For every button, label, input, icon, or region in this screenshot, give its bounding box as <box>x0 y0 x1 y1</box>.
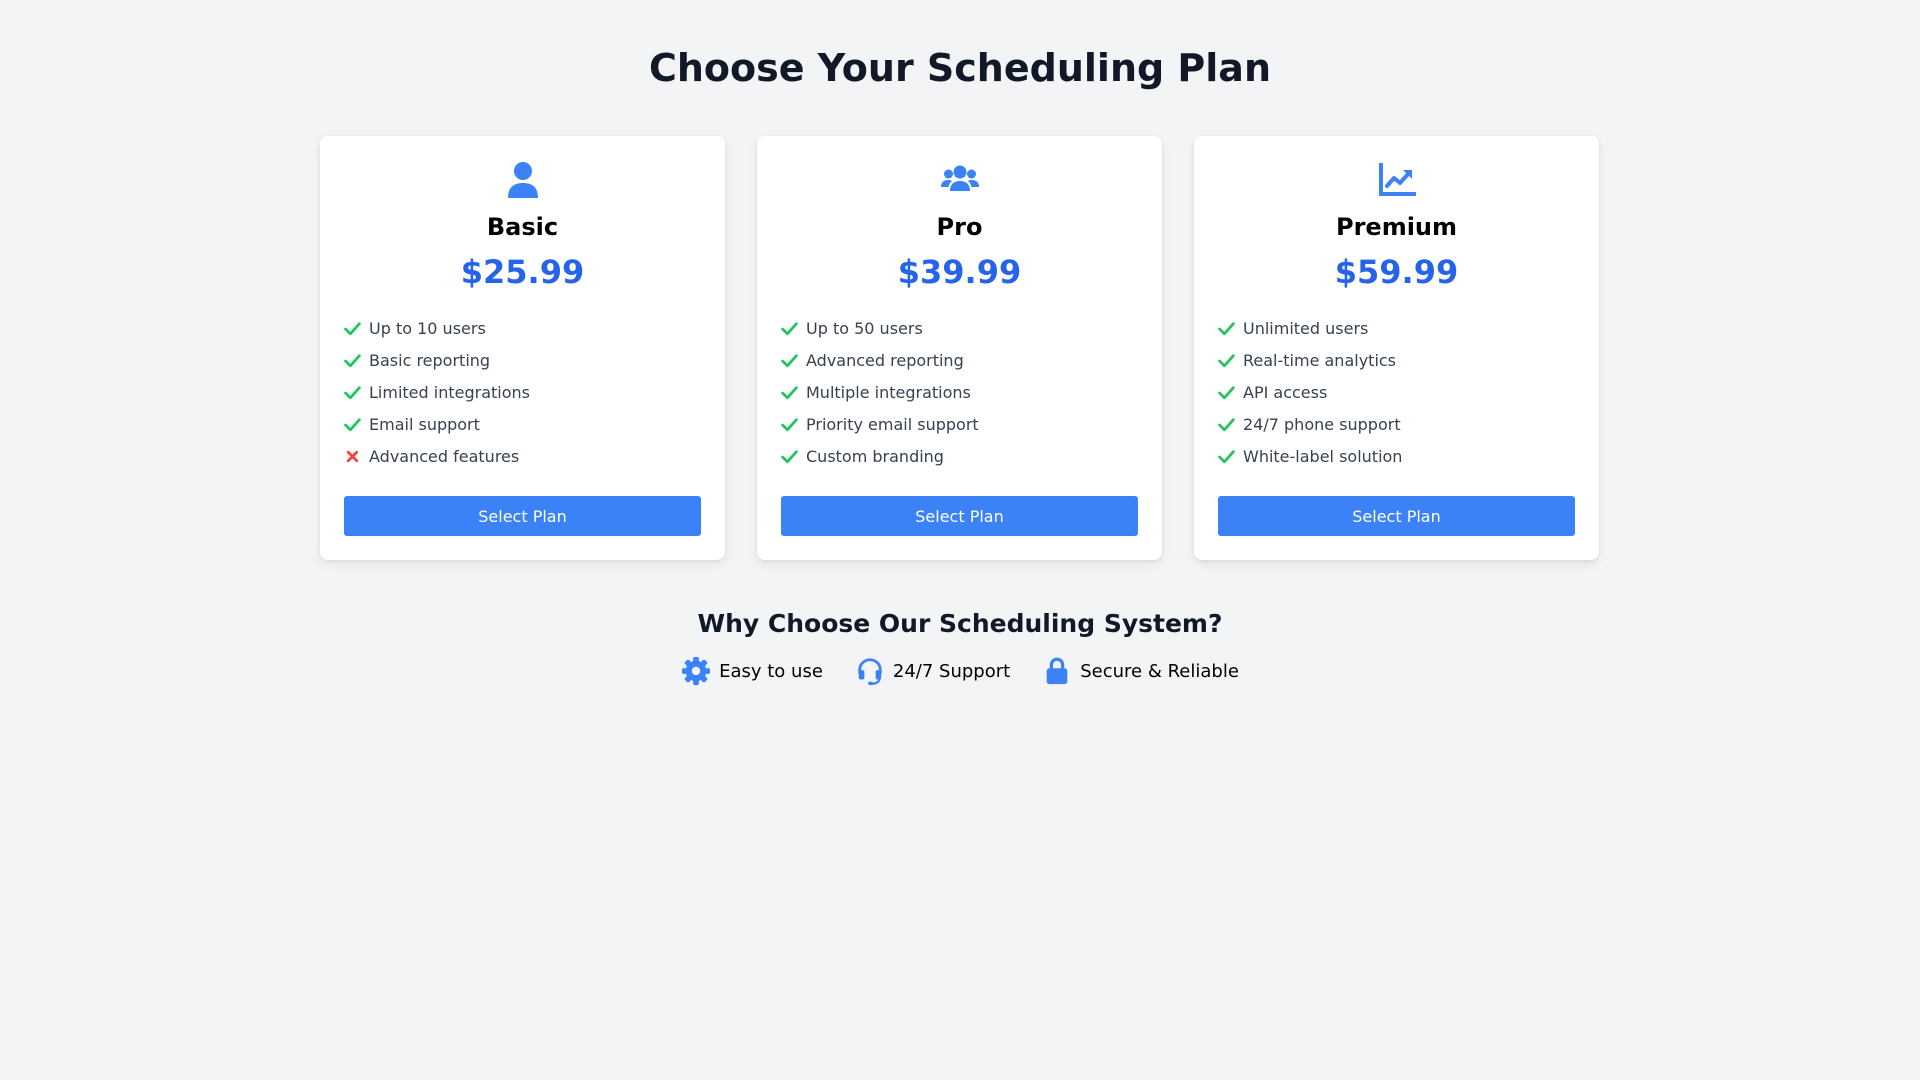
feature-item: Multiple integrations <box>781 376 1138 408</box>
check-icon <box>344 417 361 431</box>
check-icon <box>781 385 798 399</box>
check-icon <box>1218 449 1235 463</box>
plan-name: Basic <box>486 213 559 241</box>
select-plan-button-premium[interactable]: Select Plan <box>1218 496 1575 536</box>
check-icon <box>781 321 798 335</box>
page-title: Choose Your Scheduling Plan <box>648 46 1271 90</box>
feature-text: Advanced reporting <box>806 350 964 370</box>
feature-text: Limited integrations <box>369 382 530 402</box>
plan-name: Premium <box>1335 213 1458 241</box>
feature-text: Custom branding <box>806 446 944 466</box>
plan-price: $59.99 <box>1334 253 1459 291</box>
headset-icon <box>858 658 882 686</box>
feature-item: Email support <box>344 408 701 440</box>
feature-item: Basic reporting <box>344 344 701 376</box>
plan-name: Pro <box>936 213 983 241</box>
chart-line-icon <box>1378 163 1416 196</box>
plan-card-basic: Basic $25.99 Up to 10 users Basic report… <box>320 136 725 560</box>
lock-icon <box>1046 657 1068 685</box>
check-icon <box>1218 385 1235 399</box>
users-icon <box>940 165 979 191</box>
why-features: Easy to use 24/7 Support Secure & Reliab… <box>0 654 1920 688</box>
plan-cards: Basic $25.99 Up to 10 users Basic report… <box>320 136 1600 560</box>
feature-text: Basic reporting <box>369 350 491 370</box>
why-item-support: 24/7 Support <box>855 654 1010 688</box>
feature-text: Multiple integrations <box>806 382 971 402</box>
check-icon <box>344 321 361 335</box>
feature-item: Advanced features <box>344 440 701 472</box>
feature-item: Advanced reporting <box>781 344 1138 376</box>
why-item-label: 24/7 Support <box>892 660 1011 682</box>
why-item-easy: Easy to use <box>681 654 823 688</box>
plan-card-premium: Premium $59.99 Unlimited users Real-time… <box>1194 136 1599 560</box>
check-icon <box>1218 417 1235 431</box>
check-icon <box>344 353 361 367</box>
feature-text: Up to 50 users <box>806 318 923 338</box>
plan-price: $39.99 <box>897 253 1022 291</box>
user-icon <box>507 162 538 198</box>
feature-item: 24/7 phone support <box>1218 408 1575 440</box>
feature-text: API access <box>1243 382 1328 402</box>
feature-text: Advanced features <box>369 446 520 466</box>
check-icon <box>781 449 798 463</box>
why-section-title: Why Choose Our Scheduling System? <box>697 609 1223 638</box>
check-icon <box>1218 353 1235 367</box>
check-icon <box>1218 321 1235 335</box>
feature-item: Limited integrations <box>344 376 701 408</box>
check-icon <box>781 353 798 367</box>
why-item-label: Easy to use <box>719 660 823 682</box>
feature-text: Unlimited users <box>1243 318 1369 338</box>
feature-list: Up to 50 users Advanced reporting Multip… <box>781 312 1138 472</box>
why-item-secure: Secure & Reliable <box>1042 654 1239 688</box>
plan-card-pro: Pro $39.99 Up to 50 users Advanced repor… <box>757 136 1162 560</box>
feature-item: Custom branding <box>781 440 1138 472</box>
feature-item: Unlimited users <box>1218 312 1575 344</box>
feature-text: White-label solution <box>1243 446 1403 466</box>
select-plan-button-pro[interactable]: Select Plan <box>781 496 1138 536</box>
feature-text: Real-time analytics <box>1243 350 1397 370</box>
feature-item: API access <box>1218 376 1575 408</box>
feature-text: Email support <box>369 414 480 434</box>
plan-price: $25.99 <box>460 253 585 291</box>
gear-icon <box>682 656 711 686</box>
select-plan-button-basic[interactable]: Select Plan <box>344 496 701 536</box>
why-item-label: Secure & Reliable <box>1080 660 1239 682</box>
feature-list: Unlimited users Real-time analytics API … <box>1218 312 1575 472</box>
feature-item: White-label solution <box>1218 440 1575 472</box>
feature-text: 24/7 phone support <box>1243 414 1401 434</box>
feature-text: Priority email support <box>806 414 979 434</box>
feature-list: Up to 10 users Basic reporting Limited i… <box>344 312 701 472</box>
feature-item: Up to 10 users <box>344 312 701 344</box>
feature-text: Up to 10 users <box>369 318 486 338</box>
check-icon <box>344 385 361 399</box>
feature-item: Up to 50 users <box>781 312 1138 344</box>
feature-item: Priority email support <box>781 408 1138 440</box>
feature-item: Real-time analytics <box>1218 344 1575 376</box>
check-icon <box>781 417 798 431</box>
cross-icon <box>346 450 359 462</box>
